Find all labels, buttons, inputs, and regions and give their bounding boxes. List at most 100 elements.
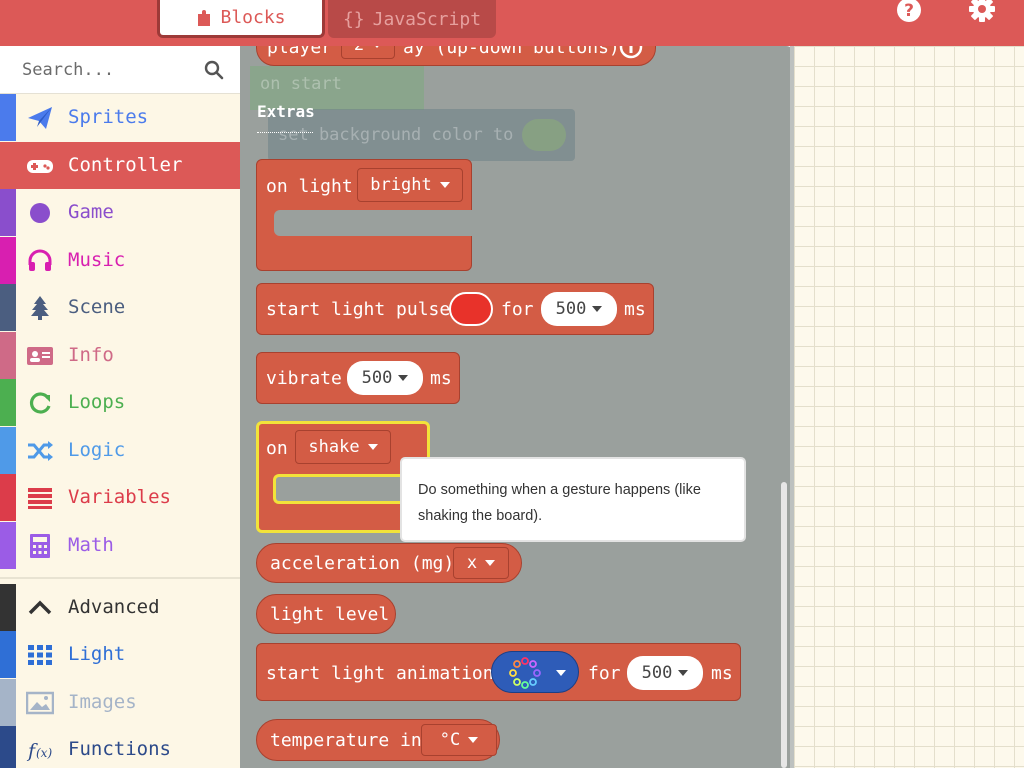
- category-info[interactable]: Info: [0, 332, 240, 379]
- category-game[interactable]: Game: [0, 189, 240, 236]
- category-functions[interactable]: f (x) Functions: [0, 726, 240, 768]
- category-color-bar: [0, 474, 16, 521]
- animation-picker[interactable]: [491, 651, 579, 693]
- category-loops[interactable]: Loops: [0, 379, 240, 426]
- gesture-dropdown[interactable]: shake: [295, 430, 391, 464]
- gamepad-icon: [27, 160, 53, 173]
- category-color-bar: [0, 379, 16, 426]
- dropdown-arrow-icon: [439, 182, 450, 188]
- category-color-bar: [0, 631, 16, 678]
- dropdown-arrow-icon: [556, 670, 566, 676]
- list-icon: [28, 488, 52, 509]
- block-text: ms: [711, 663, 733, 684]
- category-label: Variables: [68, 486, 171, 508]
- block-text: for: [588, 663, 621, 684]
- dropdown-arrow-icon: [592, 306, 603, 312]
- category-scene[interactable]: Scene: [0, 284, 240, 331]
- block-text: start light animation: [266, 663, 494, 684]
- braces-icon: {}: [342, 8, 365, 30]
- block-text: ms: [624, 299, 646, 320]
- toolbox-sidebar: Search... Sprites Controller Game Music …: [0, 46, 240, 768]
- block-text: temperature in: [270, 730, 422, 751]
- dropdown-value: x: [466, 553, 478, 573]
- puzzle-icon: [198, 9, 211, 26]
- statement-slot: [274, 210, 472, 236]
- block-start-light-pulse[interactable]: start light pulse for 500 ms: [256, 283, 654, 335]
- block-on-light[interactable]: on light bright: [256, 159, 472, 271]
- sidebar-divider: [0, 577, 240, 579]
- section-label-extras: Extras: [257, 102, 315, 121]
- top-menu-bar: Blocks {} JavaScript ?: [0, 0, 1024, 46]
- light-condition-dropdown[interactable]: bright: [357, 168, 463, 202]
- duration-value: 500: [555, 299, 587, 319]
- blocks-workspace[interactable]: [794, 46, 1024, 768]
- category-label: Sprites: [68, 106, 149, 128]
- category-sprites[interactable]: Sprites: [0, 94, 240, 141]
- block-text: on: [266, 438, 288, 459]
- refresh-icon: [29, 392, 51, 414]
- block-text: light level: [270, 604, 390, 625]
- category-color-bar: [0, 332, 16, 379]
- image-icon: [26, 691, 54, 715]
- block-text: vibrate: [266, 368, 342, 389]
- circle-button-icon: [619, 46, 643, 59]
- search-box[interactable]: Search...: [0, 46, 240, 94]
- block-acceleration[interactable]: acceleration (mg) x: [256, 543, 522, 583]
- function-icon: f (x): [26, 740, 52, 762]
- category-color-bar: [0, 189, 16, 236]
- flyout-scrollbar[interactable]: [781, 482, 787, 768]
- category-color-bar: [0, 284, 16, 331]
- category-color-bar: [0, 237, 16, 284]
- category-color-bar: [0, 726, 16, 768]
- category-label: Math: [68, 534, 114, 556]
- faded-on-start-text: on start: [260, 74, 342, 94]
- chevron-up-icon: [28, 600, 52, 615]
- help-circle-icon[interactable]: ?: [896, 0, 922, 23]
- search-input[interactable]: Search...: [22, 60, 114, 80]
- category-color-bar: [0, 522, 16, 569]
- block-temperature[interactable]: temperature in °C: [256, 719, 500, 761]
- category-logic[interactable]: Logic: [0, 427, 240, 474]
- block-text: for: [501, 299, 534, 320]
- paper-plane-icon: [28, 107, 52, 129]
- duration-value: 500: [361, 368, 393, 388]
- category-advanced[interactable]: Advanced: [0, 584, 240, 631]
- category-controller[interactable]: Controller: [0, 142, 240, 189]
- color-picker-swatch[interactable]: [449, 292, 493, 326]
- duration-input[interactable]: 500: [347, 361, 423, 395]
- category-color-bar: [0, 94, 16, 141]
- tab-javascript[interactable]: {} JavaScript: [328, 0, 496, 38]
- tab-blocks[interactable]: Blocks: [157, 0, 325, 38]
- block-light-level[interactable]: light level: [256, 594, 396, 634]
- category-label: Advanced: [68, 596, 160, 618]
- block-vibrate[interactable]: vibrate 500 ms: [256, 352, 460, 404]
- block-flyout[interactable]: player 2 ay (up-down buttons) on start s…: [240, 46, 794, 768]
- svg-text:?: ?: [904, 1, 914, 21]
- category-math[interactable]: Math: [0, 522, 240, 569]
- category-variables[interactable]: Variables: [0, 474, 240, 521]
- block-text: on light: [266, 176, 353, 197]
- block-text: player: [267, 46, 333, 58]
- dropdown-arrow-icon: [485, 560, 496, 566]
- category-label: Light: [68, 643, 126, 665]
- category-label: Info: [68, 344, 114, 366]
- gear-icon[interactable]: [969, 0, 995, 22]
- player-dropdown[interactable]: 2: [341, 46, 395, 59]
- category-light[interactable]: Light: [0, 631, 240, 678]
- category-label: Functions: [68, 738, 171, 760]
- duration-input[interactable]: 500: [627, 656, 703, 690]
- duration-input[interactable]: 500: [541, 292, 617, 326]
- search-icon[interactable]: [204, 60, 224, 80]
- axis-dropdown[interactable]: x: [453, 547, 509, 579]
- dropdown-arrow-icon: [367, 444, 378, 450]
- unit-dropdown[interactable]: °C: [421, 724, 497, 756]
- tree-icon: [31, 296, 49, 320]
- category-music[interactable]: Music: [0, 237, 240, 284]
- block-start-light-animation[interactable]: start light animation for 500 ms: [256, 643, 741, 701]
- headphones-icon: [28, 249, 52, 271]
- block-player-buttons-partial[interactable]: player 2 ay (up-down buttons): [256, 46, 656, 66]
- category-color-bar: [0, 679, 16, 726]
- category-images[interactable]: Images: [0, 679, 240, 726]
- tooltip-text: Do something when a gesture happens (lik…: [418, 482, 701, 524]
- block-tooltip: Do something when a gesture happens (lik…: [400, 457, 746, 542]
